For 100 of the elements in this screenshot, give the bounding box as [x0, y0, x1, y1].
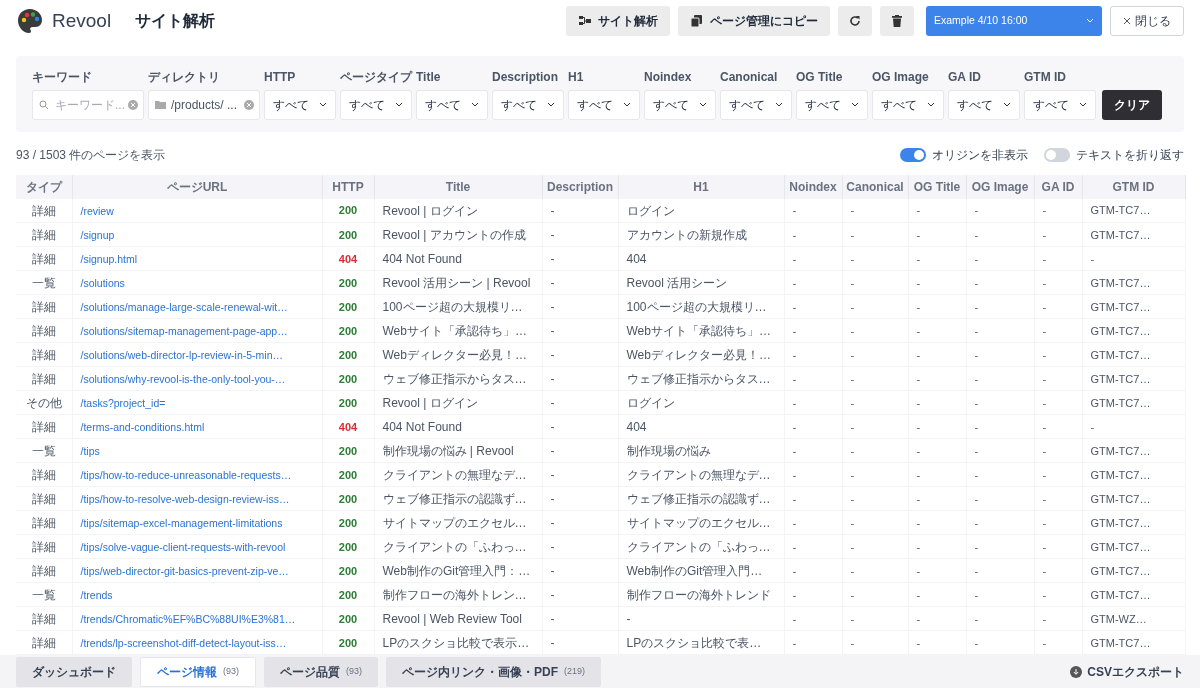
- column-header[interactable]: HTTP: [322, 174, 374, 199]
- status-code: 200: [322, 270, 374, 295]
- copy-button[interactable]: ページ管理にコピー: [678, 5, 830, 36]
- page-url-link[interactable]: /terms-and-conditions.html: [80, 420, 205, 433]
- table-cell: -: [966, 486, 1034, 511]
- column-header[interactable]: Description: [542, 174, 618, 199]
- filter-dropdown[interactable]: すべて: [416, 89, 488, 120]
- bottom-tab[interactable]: ページ情報 (93): [140, 656, 256, 687]
- bottom-tab[interactable]: ページ内リンク・画像・PDF (219): [386, 656, 602, 687]
- page-url-link[interactable]: /solutions/sitemap-management-page-app…: [80, 324, 288, 337]
- table-cell: -: [1034, 582, 1082, 607]
- table-cell: -: [842, 270, 908, 295]
- page-url-link[interactable]: /tips/sitemap-excel-management-limitations: [80, 516, 283, 529]
- table-cell: -: [908, 486, 966, 511]
- filter-dropdown[interactable]: すべて: [492, 89, 564, 120]
- column-header[interactable]: GA ID: [1034, 174, 1082, 199]
- table-cell: 一覧: [16, 582, 72, 607]
- page-url-link[interactable]: /tips/solve-vague-client-requests-with-revool: [80, 540, 286, 553]
- table-cell: -: [542, 534, 618, 559]
- toggle-switch[interactable]: [1044, 147, 1070, 162]
- download-icon: [1070, 665, 1083, 678]
- table-cell: -: [542, 414, 618, 439]
- page-url-link[interactable]: /tips/how-to-resolve-web-design-review-iss…: [80, 492, 290, 505]
- column-header[interactable]: OG Image: [966, 174, 1034, 199]
- chevron-down-icon: [547, 102, 555, 108]
- page-title: サイト解析: [135, 10, 216, 31]
- page-url-link[interactable]: /trends/Chromatic%EF%BC%88UI%E3%81…: [80, 612, 296, 625]
- toggle-label: オリジンを非表示: [932, 146, 1028, 164]
- table-cell: -: [542, 630, 618, 655]
- table-cell: 404 Not Found: [374, 246, 542, 271]
- page-url-link[interactable]: /tips: [80, 444, 100, 457]
- table-cell: GTM-TC7…: [1082, 270, 1185, 295]
- table-cell: 詳細: [16, 558, 72, 583]
- table-cell: -: [784, 318, 842, 343]
- clear-button[interactable]: クリア: [1102, 89, 1162, 120]
- table-cell: -: [784, 246, 842, 271]
- clear-icon[interactable]: [244, 99, 254, 110]
- page-url-link[interactable]: /solutions/why-revool-is-the-only-tool-you-…: [80, 372, 286, 385]
- table-cell: -: [908, 534, 966, 559]
- page-url-link[interactable]: /trends: [80, 588, 113, 601]
- filter-dropdown[interactable]: すべて: [264, 89, 336, 120]
- column-header[interactable]: Title: [374, 174, 542, 199]
- table-cell: -: [1034, 198, 1082, 223]
- table-cell: -: [966, 462, 1034, 487]
- page-url-link[interactable]: /solutions: [80, 276, 125, 289]
- page-url-link[interactable]: /review: [80, 204, 114, 217]
- page-url-link[interactable]: /tips/how-to-reduce-unreasonable-requests…: [80, 468, 292, 481]
- filter-dropdown[interactable]: すべて: [568, 89, 640, 120]
- column-header[interactable]: OG Title: [908, 174, 966, 199]
- table-cell: -: [908, 438, 966, 463]
- analyze-button[interactable]: サイト解析: [566, 5, 670, 36]
- table-cell: -: [784, 366, 842, 391]
- chevron-down-icon: [1086, 18, 1094, 24]
- table-cell: 詳細: [16, 462, 72, 487]
- filter-dropdown[interactable]: すべて: [796, 89, 868, 120]
- table-cell: 詳細: [16, 510, 72, 535]
- table-cell: -: [842, 222, 908, 247]
- toggle-switch[interactable]: [900, 147, 926, 162]
- clear-icon[interactable]: [128, 99, 138, 110]
- column-header[interactable]: GTM ID: [1082, 174, 1185, 199]
- bottom-tab[interactable]: ページ品質 (93): [264, 656, 379, 687]
- column-header[interactable]: H1: [618, 174, 784, 199]
- table-cell: -: [784, 294, 842, 319]
- table-cell: -: [1034, 342, 1082, 367]
- page-url-link[interactable]: /tips/web-director-git-basics-prevent-zip-ve…: [80, 564, 289, 577]
- trash-button[interactable]: [880, 5, 914, 36]
- table-cell: クライアントの無理なデ…: [618, 462, 784, 487]
- page-url-link[interactable]: /trends/lp-screenshot-diff-detect-layout-iss…: [80, 636, 287, 649]
- filter-dropdown[interactable]: すべて: [948, 89, 1020, 120]
- page-url-link[interactable]: /signup.html: [80, 252, 138, 265]
- chevron-down-icon: [623, 102, 631, 108]
- filter-label: Canonical: [720, 68, 779, 86]
- column-header[interactable]: Canonical: [842, 174, 908, 199]
- column-header[interactable]: Noindex: [784, 174, 842, 199]
- snapshot-dropdown[interactable]: Example 4/10 16:00: [926, 5, 1102, 36]
- close-button[interactable]: 閉じる: [1110, 5, 1184, 36]
- table-cell: -: [784, 390, 842, 415]
- bottom-tab[interactable]: ダッシュボード: [16, 656, 132, 687]
- column-header[interactable]: ページURL: [72, 174, 322, 199]
- table-cell: GTM-TC7…: [1082, 366, 1185, 391]
- page-url-link[interactable]: /tasks?project_id=: [80, 396, 166, 409]
- refresh-button[interactable]: [838, 5, 872, 36]
- filter-dropdown[interactable]: すべて: [340, 89, 412, 120]
- status-code: 200: [322, 294, 374, 319]
- keyword-field[interactable]: キーワード...: [32, 89, 144, 120]
- csv-export-button[interactable]: CSVエクスポート: [1070, 662, 1184, 681]
- filter-dropdown[interactable]: すべて: [1024, 89, 1096, 120]
- page-url-link[interactable]: /signup: [80, 228, 115, 241]
- table-cell: GTM-TC7…: [1082, 318, 1185, 343]
- directory-field[interactable]: /products/ ...: [148, 89, 260, 120]
- table-cell: -: [842, 198, 908, 223]
- page-url-link[interactable]: /solutions/web-director-lp-review-in-5-min…: [80, 348, 283, 361]
- filter-dropdown[interactable]: すべて: [720, 89, 792, 120]
- table-cell: -: [908, 366, 966, 391]
- filter-dropdown[interactable]: すべて: [644, 89, 716, 120]
- filter-dropdown[interactable]: すべて: [872, 89, 944, 120]
- column-header[interactable]: タイプ: [16, 174, 72, 199]
- table-cell: GTM-TC7…: [1082, 294, 1185, 319]
- page-url-link[interactable]: /solutions/manage-large-scale-renewal-wit…: [80, 300, 288, 313]
- table-cell: 詳細: [16, 222, 72, 247]
